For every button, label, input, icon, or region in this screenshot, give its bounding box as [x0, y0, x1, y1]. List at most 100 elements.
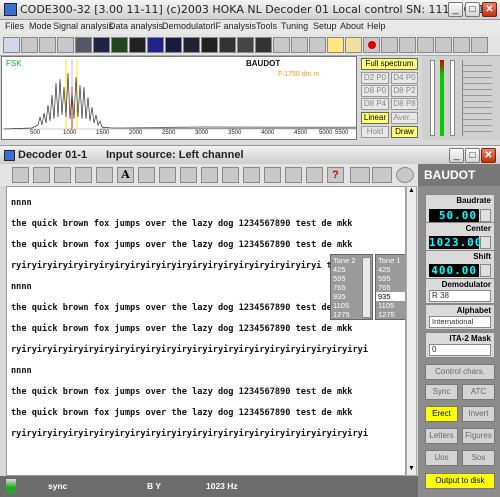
menu-about[interactable]: About	[340, 21, 364, 31]
classifier-icon[interactable]	[273, 37, 290, 53]
bar-graph-icon[interactable]	[183, 37, 200, 53]
average-button[interactable]: Aver...	[391, 112, 418, 124]
demodulator-select[interactable]: R 38	[429, 290, 491, 302]
phase-plane-icon[interactable]	[147, 37, 164, 53]
find-icon[interactable]	[159, 167, 176, 183]
d8p2-button[interactable]: D8 P2	[391, 85, 418, 97]
decoder-close-button[interactable]: ✕	[481, 148, 496, 163]
copy-icon[interactable]	[138, 167, 155, 183]
pause-icon[interactable]	[381, 37, 398, 53]
autocorrelation-icon[interactable]	[291, 37, 308, 53]
tone2-scrollbar[interactable]	[362, 257, 371, 318]
uos-button[interactable]: Uos	[425, 450, 458, 466]
tuning-indicator-icon[interactable]	[350, 167, 370, 183]
keyboard-icon[interactable]	[12, 167, 29, 183]
tone1-item[interactable]: 425	[378, 265, 391, 274]
tone2-list[interactable]: Tone 2 425 595 765 935 1105 1275	[330, 254, 373, 320]
tone2-item[interactable]: 425	[333, 265, 346, 274]
decoded-text-area[interactable]: nnnn the quick brown fox jumps over the …	[6, 186, 406, 476]
mixer-icon[interactable]	[417, 37, 434, 53]
minimize-button[interactable]: _	[448, 2, 463, 17]
tone1-list[interactable]: Tone 1 425 595 765 935 1105 1275	[375, 254, 405, 320]
sos-button[interactable]: Sos	[462, 450, 495, 466]
invert-button[interactable]: Invert	[462, 406, 495, 422]
save-text-icon[interactable]	[96, 167, 113, 183]
histogram-icon[interactable]	[201, 37, 218, 53]
key-icon[interactable]	[345, 37, 362, 53]
network-icon[interactable]	[57, 37, 74, 53]
flip-icon[interactable]	[285, 167, 302, 183]
tone1-item[interactable]: 595	[378, 274, 391, 283]
code-table-icon[interactable]	[264, 167, 281, 183]
close-button[interactable]: ✕	[482, 2, 497, 17]
d4p0-button[interactable]: D4 P0	[391, 72, 418, 84]
decoder-minimize-button[interactable]: _	[449, 148, 464, 163]
tone2-item[interactable]: 595	[333, 274, 346, 283]
tone2-item[interactable]: 935	[333, 292, 346, 301]
filter-icon[interactable]	[201, 167, 218, 183]
shift-value[interactable]: 400.00	[429, 264, 479, 277]
linear-button[interactable]: Linear	[361, 112, 389, 124]
tone1-item[interactable]: 1105	[378, 301, 394, 310]
question-icon[interactable]	[327, 37, 344, 53]
oscilloscope-icon[interactable]	[129, 37, 146, 53]
font-icon[interactable]: A	[117, 167, 134, 183]
draw-button[interactable]: Draw	[391, 126, 418, 138]
hold-button[interactable]: Hold	[361, 126, 389, 138]
menu-tuning[interactable]: Tuning	[281, 21, 308, 31]
menu-signal-analysis[interactable]: Signal analysis	[53, 21, 113, 31]
center-value[interactable]: 1023.00	[429, 236, 481, 249]
level-slider-2[interactable]	[450, 60, 455, 136]
scroll-up-arrow-icon[interactable]: ▲	[407, 187, 416, 197]
swap-icon[interactable]	[306, 167, 323, 183]
tone1-item[interactable]: 1275	[378, 310, 395, 319]
spectrum-display[interactable]: FSK BAUDOT F:1750 dm m 500 1000 1500 200…	[1, 56, 357, 140]
scroll-down-arrow-icon[interactable]: ▼	[407, 465, 416, 475]
info-icon[interactable]	[396, 167, 414, 183]
tone2-item[interactable]: 1105	[333, 301, 349, 310]
tone1-item[interactable]: 765	[378, 283, 391, 292]
alphabet-select[interactable]: International	[429, 316, 491, 328]
waterfall-icon[interactable]	[75, 37, 92, 53]
bit-view-icon[interactable]	[165, 37, 182, 53]
play-icon[interactable]	[39, 37, 56, 53]
menu-setup[interactable]: Setup	[313, 21, 337, 31]
menu-help[interactable]: Help	[367, 21, 386, 31]
d2p0-button[interactable]: D2 P0	[361, 72, 389, 84]
tools-icon[interactable]	[222, 167, 239, 183]
center-spinner[interactable]	[480, 236, 491, 249]
sync-icon[interactable]	[54, 167, 71, 183]
d8p4-button[interactable]: D8 P4	[361, 98, 389, 110]
help-icon[interactable]: ?	[327, 167, 344, 183]
menu-data-analysis[interactable]: Data analysis	[109, 21, 163, 31]
tag-icon[interactable]	[243, 167, 260, 183]
maximize-button[interactable]: □	[465, 2, 480, 17]
menu-mode[interactable]: Mode	[29, 21, 52, 31]
baudrate-spinner[interactable]	[480, 209, 491, 222]
text-scrollbar[interactable]: ▲ ▼	[406, 186, 417, 476]
baudrate-value[interactable]: 50.00	[429, 209, 479, 222]
levels-icon[interactable]	[237, 37, 254, 53]
shift-spinner[interactable]	[480, 264, 491, 277]
correlation-icon[interactable]	[219, 37, 236, 53]
tones-icon[interactable]	[255, 37, 272, 53]
antenna-icon[interactable]	[435, 37, 452, 53]
audio-channel-icon[interactable]	[453, 37, 470, 53]
menu-files[interactable]: Files	[5, 21, 24, 31]
tone2-item[interactable]: 765	[333, 283, 346, 292]
sync-button[interactable]: Sync	[425, 384, 458, 400]
spectrum-icon[interactable]	[93, 37, 110, 53]
figures-button[interactable]: Figures	[462, 428, 495, 444]
refresh-icon[interactable]	[33, 167, 50, 183]
control-chars-button[interactable]: Control chars.	[425, 364, 495, 380]
open-file-icon[interactable]	[3, 37, 20, 53]
help-icon[interactable]	[471, 37, 488, 53]
record-icon[interactable]	[21, 37, 38, 53]
sonagram-icon[interactable]	[111, 37, 128, 53]
menu-if-analysis[interactable]: IF analysis	[213, 21, 256, 31]
tone1-item-selected[interactable]: 935	[376, 292, 405, 301]
print-icon[interactable]	[180, 167, 197, 183]
stop-record-icon[interactable]	[363, 37, 380, 53]
level-icon[interactable]	[372, 167, 392, 183]
tone2-item[interactable]: 1275	[333, 310, 350, 319]
